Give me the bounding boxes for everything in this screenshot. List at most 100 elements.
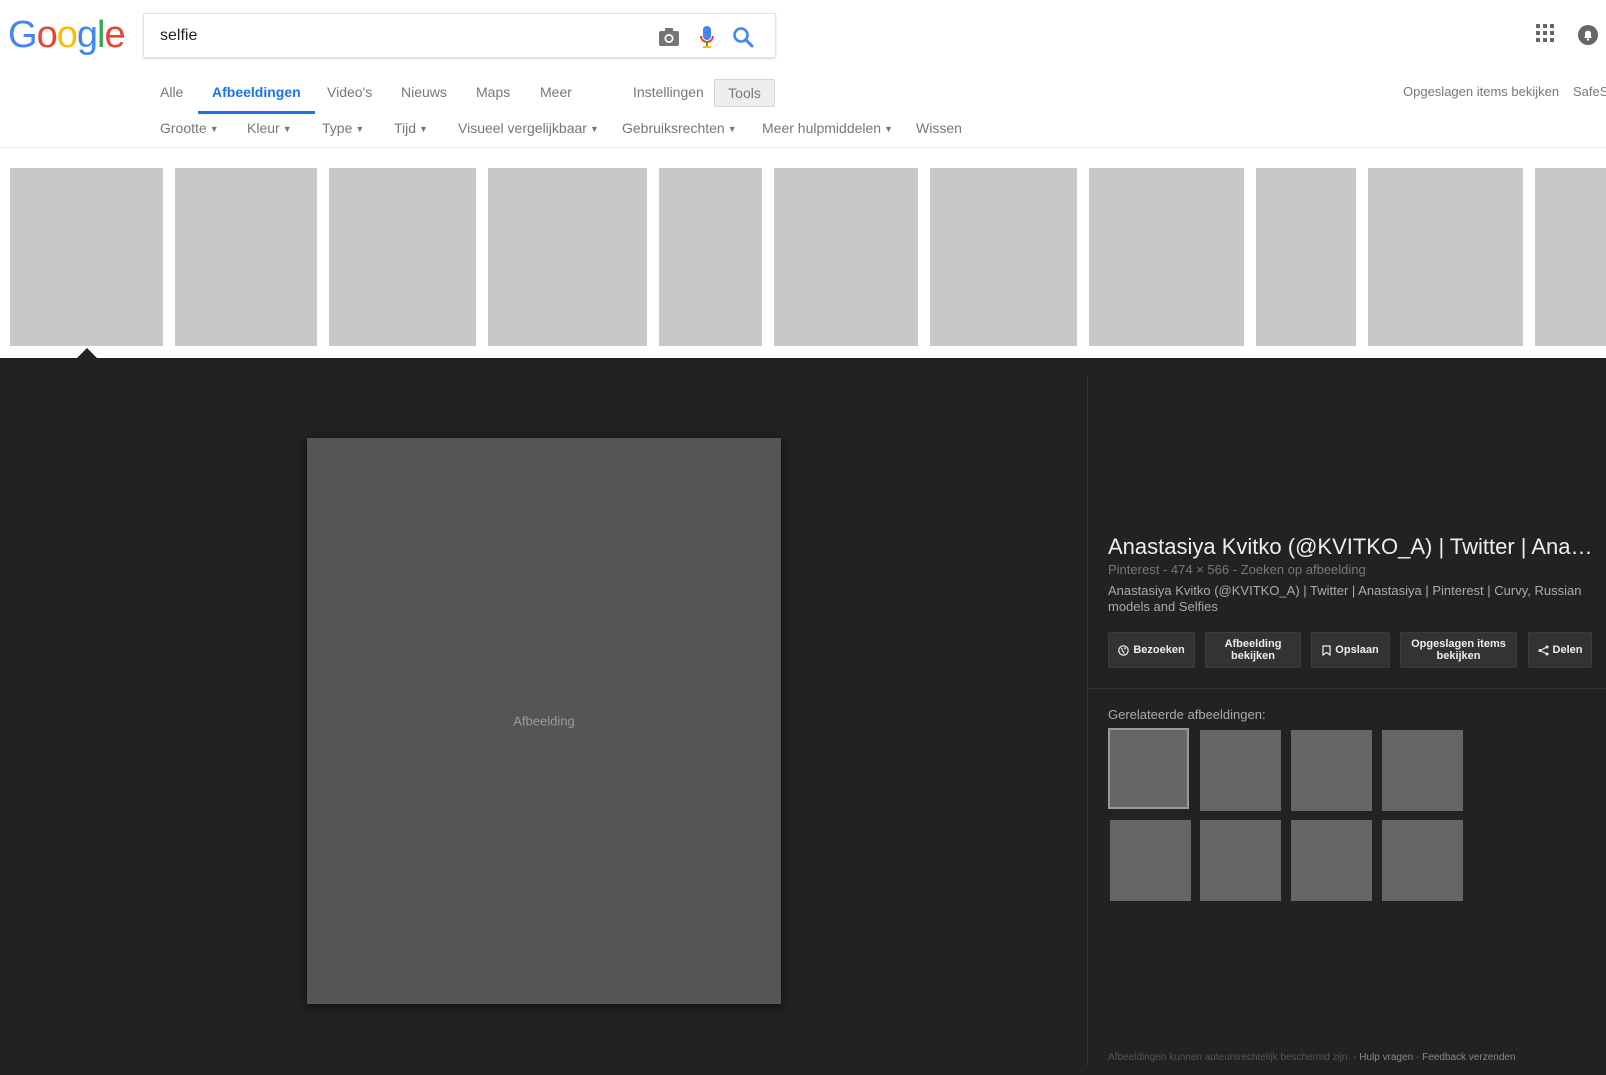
- share-icon: [1538, 645, 1549, 655]
- image-result-thumbnail[interactable]: [10, 168, 163, 346]
- image-result-thumbnail[interactable]: [329, 168, 476, 346]
- related-image-thumbnail[interactable]: [1110, 820, 1191, 901]
- related-image-thumbnail[interactable]: [1382, 820, 1463, 901]
- filter-gebruiksrechten[interactable]: Gebruiksrechten ▼: [622, 120, 737, 136]
- footer-separator: -: [1353, 1052, 1357, 1063]
- filter-visueel-vergelijkbaar[interactable]: Visueel vergelijkbaar ▼: [458, 120, 599, 136]
- filter-label: Gebruiksrechten: [622, 120, 725, 136]
- preview-image[interactable]: Afbeelding: [307, 438, 781, 1004]
- panel-footer: Afbeeldingen kunnen auteursrechtelijk be…: [1108, 1052, 1516, 1063]
- filter-wissen[interactable]: Wissen: [916, 120, 962, 136]
- filter-grootte[interactable]: Grootte ▼: [160, 120, 219, 136]
- filter-label: Kleur: [247, 120, 280, 136]
- tab-videos[interactable]: Video's: [327, 78, 372, 114]
- image-result-thumbnail[interactable]: [488, 168, 647, 346]
- result-description: Anastasiya Kvitko (@KVITKO_A) | Twitter …: [1108, 583, 1582, 614]
- dropdown-caret-icon: ▼: [589, 124, 599, 134]
- tab-instellingen[interactable]: Instellingen: [633, 78, 704, 114]
- related-image-thumbnail[interactable]: [1291, 730, 1372, 811]
- filter-tijd[interactable]: Tijd ▼: [394, 120, 428, 136]
- notifications-bell-icon[interactable]: [1578, 25, 1598, 50]
- logo-letter: o: [56, 14, 78, 56]
- filter-type[interactable]: Type ▼: [322, 120, 364, 136]
- dropdown-caret-icon: ▼: [209, 124, 219, 134]
- image-result-thumbnail[interactable]: [175, 168, 317, 346]
- help-link[interactable]: Hulp vragen: [1359, 1052, 1413, 1063]
- footer-separator: -: [1415, 1052, 1420, 1063]
- related-image-thumbnail[interactable]: [1108, 728, 1189, 809]
- filter-label: Type: [322, 120, 353, 136]
- view-image-label: Afbeelding bekijken: [1224, 638, 1282, 662]
- filter-kleur[interactable]: Kleur ▼: [247, 120, 292, 136]
- share-label: Delen: [1552, 644, 1583, 656]
- image-preview-panel: [0, 358, 1606, 1075]
- visit-label: Bezoeken: [1133, 644, 1185, 656]
- share-button[interactable]: Delen: [1528, 632, 1592, 668]
- google-logo[interactable]: Google: [8, 14, 126, 57]
- top-bar: Google Alle Afbeeldingen Video's Nieuws …: [0, 0, 1606, 148]
- logo-letter: e: [104, 14, 125, 56]
- image-result-thumbnail[interactable]: [1368, 168, 1523, 346]
- filter-label: Grootte: [160, 120, 207, 136]
- result-meta: Pinterest - 474 × 566 - Zoeken op afbeel…: [1108, 562, 1366, 577]
- tab-nieuws[interactable]: Nieuws: [401, 78, 447, 114]
- image-placeholder-label: Afbeelding: [513, 713, 575, 729]
- tab-alle[interactable]: Alle: [160, 78, 183, 114]
- view-saved-label: Opgeslagen items bekijken: [1411, 638, 1506, 662]
- filter-meer-hulpmiddelen[interactable]: Meer hulpmiddelen ▼: [762, 120, 893, 136]
- related-image-thumbnail[interactable]: [1382, 730, 1463, 811]
- search-icon[interactable]: [730, 24, 756, 50]
- microphone-icon[interactable]: [694, 24, 720, 50]
- filter-label: Meer hulpmiddelen: [762, 120, 882, 136]
- copyright-notice: Afbeeldingen kunnen auteursrechtelijk be…: [1108, 1052, 1351, 1063]
- image-results-strip: [0, 160, 1606, 356]
- dropdown-caret-icon: ▼: [282, 124, 292, 134]
- image-result-thumbnail[interactable]: [774, 168, 918, 346]
- result-source: Pinterest: [1108, 562, 1160, 577]
- saved-items-link[interactable]: Opgeslagen items bekijken: [1403, 84, 1559, 99]
- search-by-image-link[interactable]: Zoeken op afbeelding: [1241, 562, 1366, 577]
- result-title[interactable]: Anastasiya Kvitko (@KVITKO_A) | Twitter …: [1108, 534, 1598, 560]
- view-saved-button[interactable]: Opgeslagen items bekijken: [1400, 632, 1517, 668]
- image-result-thumbnail[interactable]: [930, 168, 1077, 346]
- meta-separator: -: [1232, 562, 1238, 577]
- result-dimensions: 474 × 566: [1170, 562, 1230, 577]
- meta-separator: -: [1162, 562, 1168, 577]
- dropdown-caret-icon: ▼: [355, 124, 365, 134]
- bookmark-icon: [1322, 644, 1331, 656]
- related-image-thumbnail[interactable]: [1200, 820, 1281, 901]
- safesearch-link[interactable]: SafeS: [1573, 84, 1606, 99]
- logo-letter: o: [36, 14, 58, 56]
- image-result-thumbnail[interactable]: [1089, 168, 1244, 346]
- dropdown-caret-icon: ▼: [419, 124, 428, 134]
- image-result-thumbnail[interactable]: [1535, 168, 1606, 346]
- image-result-thumbnail[interactable]: [1256, 168, 1356, 346]
- logo-letter: l: [96, 14, 106, 56]
- panel-divider: [1087, 376, 1088, 1066]
- image-result-thumbnail[interactable]: [659, 168, 762, 346]
- apps-grid-icon[interactable]: [1536, 24, 1554, 47]
- filter-label: Visueel vergelijkbaar: [458, 120, 587, 136]
- logo-letter: G: [8, 14, 38, 56]
- feedback-link[interactable]: Feedback verzenden: [1422, 1052, 1515, 1063]
- related-image-thumbnail[interactable]: [1291, 820, 1372, 901]
- search-box: [143, 13, 776, 58]
- section-divider: [1087, 688, 1606, 689]
- related-image-thumbnail[interactable]: [1200, 730, 1281, 811]
- dropdown-caret-icon: ▼: [727, 124, 737, 134]
- filter-label: Tijd: [394, 120, 417, 136]
- save-button[interactable]: Opslaan: [1311, 632, 1390, 668]
- logo-letter: g: [76, 14, 98, 56]
- dropdown-caret-icon: ▼: [884, 124, 893, 134]
- camera-icon[interactable]: [656, 24, 682, 50]
- tab-afbeeldingen[interactable]: Afbeeldingen: [198, 78, 315, 114]
- save-label: Opslaan: [1335, 644, 1379, 656]
- tab-maps[interactable]: Maps: [476, 78, 510, 114]
- visit-button[interactable]: Bezoeken: [1108, 632, 1195, 668]
- related-images-label: Gerelateerde afbeeldingen:: [1108, 707, 1266, 722]
- view-image-button[interactable]: Afbeelding bekijken: [1205, 632, 1301, 668]
- tab-meer[interactable]: Meer: [540, 78, 572, 114]
- search-input[interactable]: [160, 24, 640, 48]
- tools-button[interactable]: Tools: [714, 79, 775, 107]
- globe-icon: [1118, 644, 1130, 656]
